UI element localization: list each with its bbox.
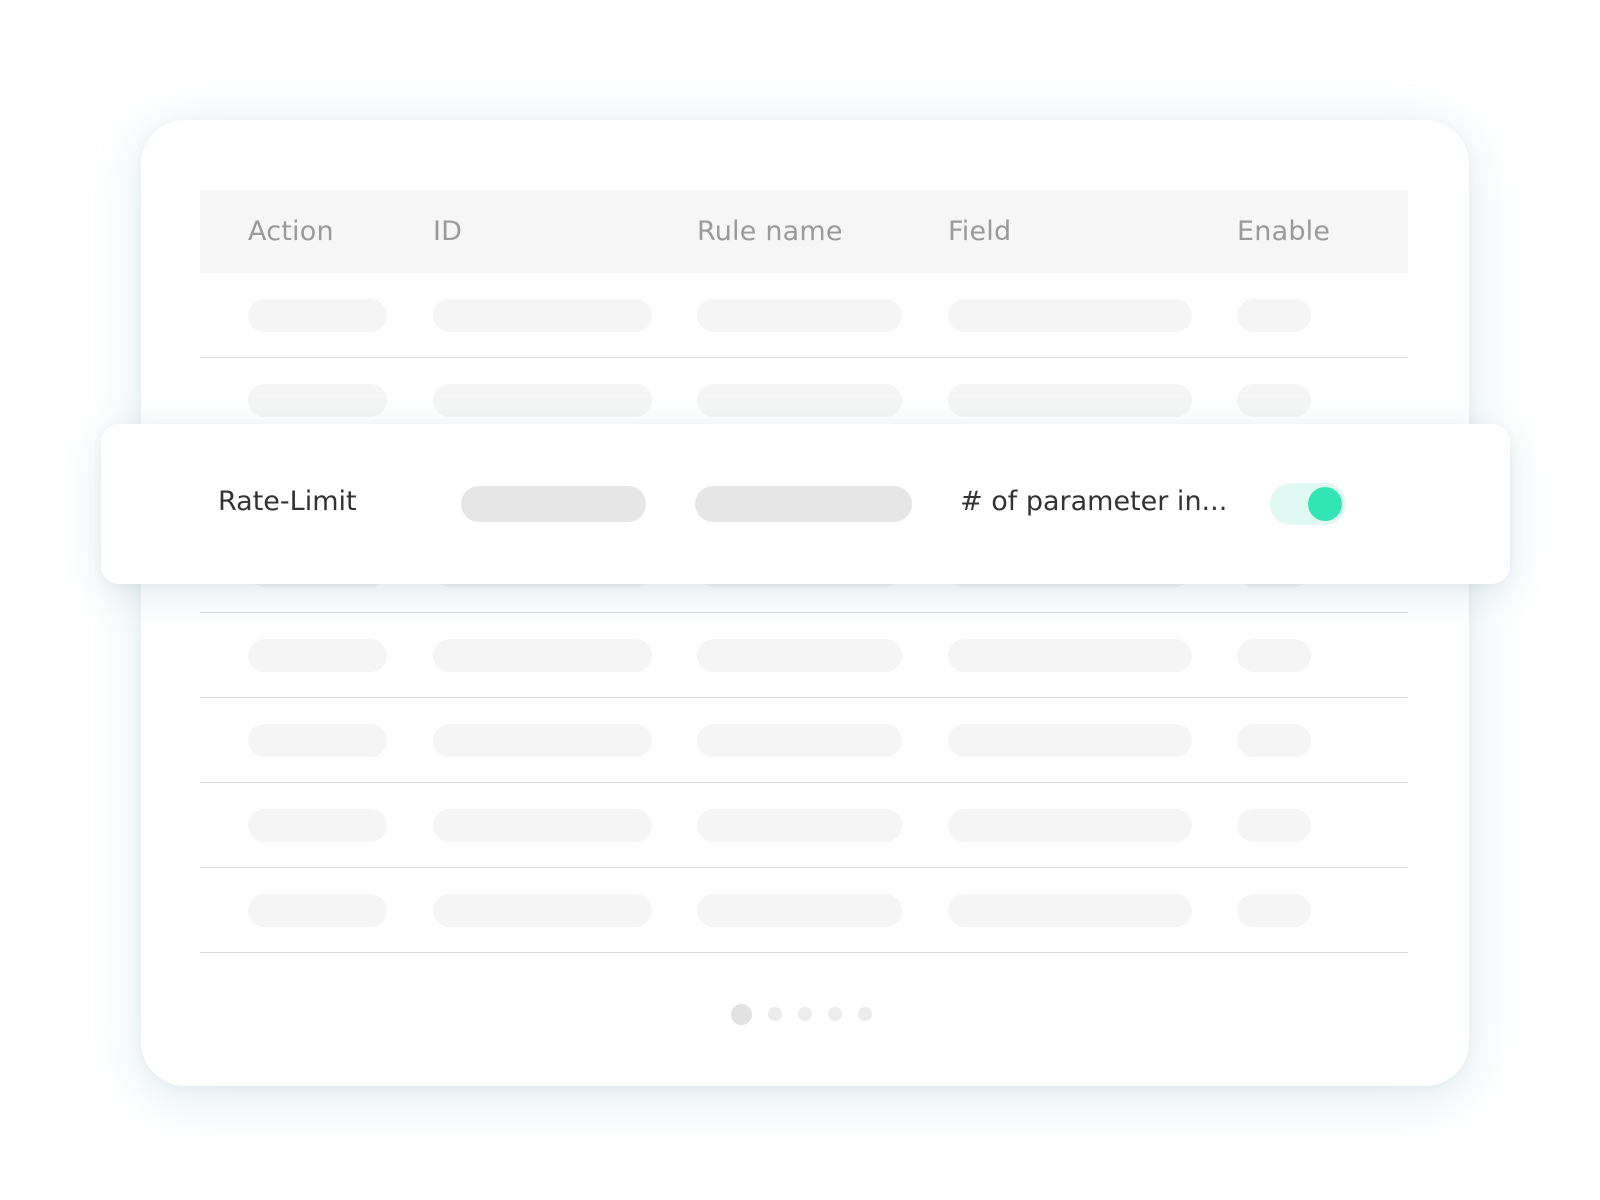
placeholder-rule-name	[697, 724, 902, 757]
placeholder-enable	[1237, 384, 1311, 417]
header-action[interactable]: Action	[248, 216, 334, 247]
placeholder-action	[248, 384, 387, 417]
placeholder-enable	[1237, 639, 1311, 672]
rule-id-placeholder	[461, 486, 646, 522]
enable-toggle[interactable]	[1270, 483, 1346, 525]
placeholder-rule-name	[697, 299, 902, 332]
placeholder-id	[433, 809, 652, 842]
placeholder-id	[433, 639, 652, 672]
pagination-dot[interactable]	[768, 1007, 782, 1021]
header-field[interactable]: Field	[948, 216, 1011, 247]
toggle-knob	[1308, 487, 1342, 521]
placeholder-action	[248, 299, 387, 332]
pagination-dot[interactable]	[858, 1007, 872, 1021]
placeholder-action	[248, 639, 387, 672]
table-row[interactable]	[200, 868, 1408, 953]
placeholder-id	[433, 894, 652, 927]
placeholder-rule-name	[697, 639, 902, 672]
rule-action-text: Rate-Limit	[218, 486, 357, 517]
placeholder-action	[248, 809, 387, 842]
placeholder-id	[433, 384, 652, 417]
highlighted-rule-row[interactable]: Rate-Limit # of parameter in...	[101, 424, 1510, 584]
placeholder-field	[948, 384, 1192, 417]
placeholder-enable	[1237, 299, 1311, 332]
placeholder-rule-name	[697, 384, 902, 417]
placeholder-enable	[1237, 724, 1311, 757]
header-enable[interactable]: Enable	[1237, 216, 1330, 247]
pagination-dot-active[interactable]	[731, 1003, 752, 1025]
placeholder-rule-name	[697, 894, 902, 927]
pagination-dot[interactable]	[798, 1007, 812, 1021]
placeholder-field	[948, 809, 1192, 842]
header-rule-name[interactable]: Rule name	[697, 216, 843, 247]
table-row[interactable]	[200, 273, 1408, 358]
rule-field-text: # of parameter in...	[960, 486, 1228, 517]
table-row[interactable]	[200, 783, 1408, 868]
placeholder-id	[433, 299, 652, 332]
header-id[interactable]: ID	[433, 216, 462, 247]
rule-name-placeholder	[695, 486, 912, 522]
placeholder-enable	[1237, 809, 1311, 842]
placeholder-field	[948, 724, 1192, 757]
placeholder-field	[948, 894, 1192, 927]
table-row[interactable]	[200, 698, 1408, 783]
pagination-dots	[731, 1002, 872, 1026]
placeholder-enable	[1237, 894, 1311, 927]
placeholder-rule-name	[697, 809, 902, 842]
placeholder-id	[433, 724, 652, 757]
placeholder-action	[248, 894, 387, 927]
placeholder-action	[248, 724, 387, 757]
pagination-dot[interactable]	[828, 1007, 842, 1021]
table-row[interactable]	[200, 613, 1408, 698]
pagination	[0, 1002, 1600, 1026]
placeholder-field	[948, 639, 1192, 672]
placeholder-field	[948, 299, 1192, 332]
table-header: Action ID Rule name Field Enable	[200, 190, 1408, 273]
